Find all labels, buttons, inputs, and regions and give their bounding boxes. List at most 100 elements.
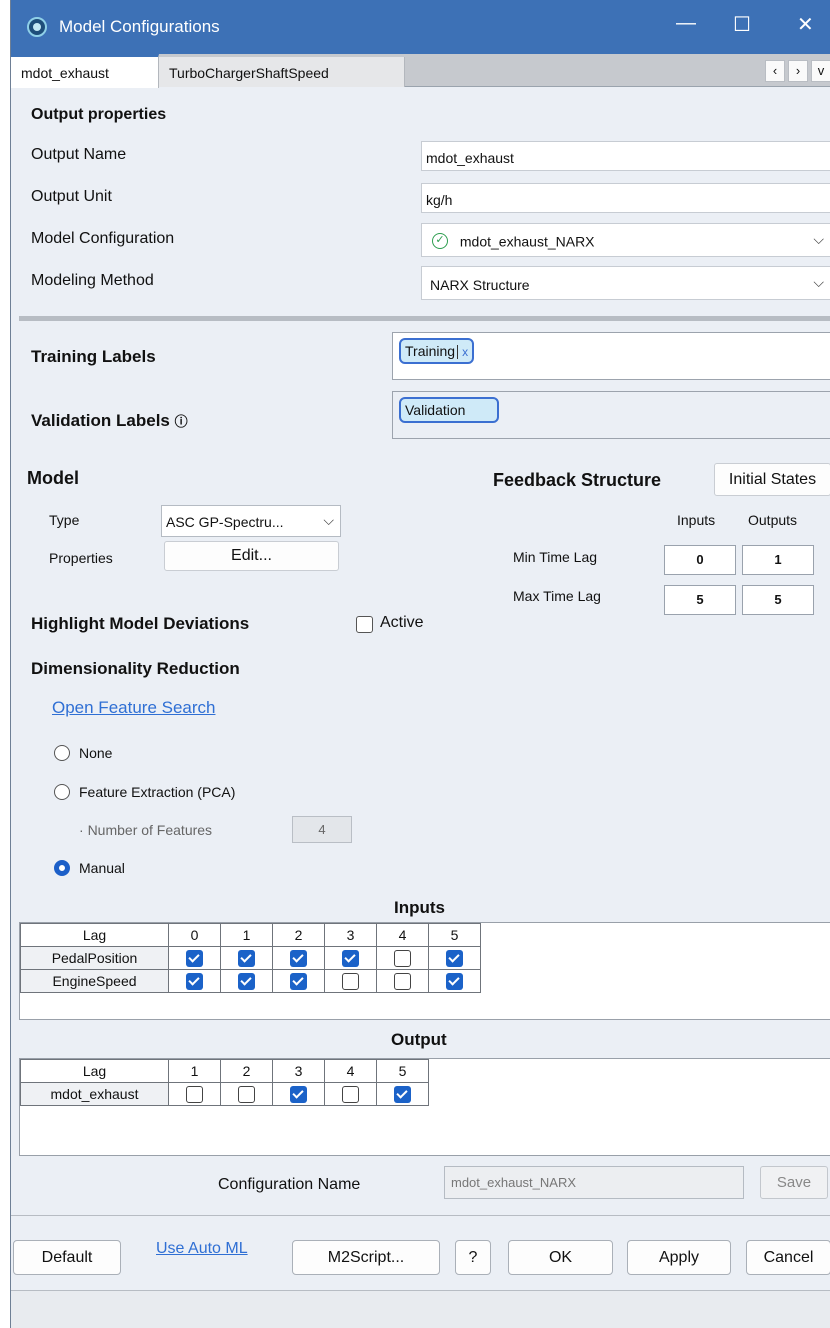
lag-checkbox[interactable] [238, 1085, 255, 1103]
app-logo-icon [27, 17, 47, 37]
output-cell [220, 1082, 273, 1106]
number-of-features-text: Number of Features [87, 822, 213, 838]
table-row: mdot_exhaust [20, 1082, 429, 1106]
min-lag-outputs-field[interactable]: 1 [742, 545, 814, 575]
table-row: EngineSpeed [20, 969, 481, 993]
inputs-cell [168, 969, 221, 993]
chip-remove-icon[interactable]: x [457, 345, 469, 359]
lag-checkbox[interactable] [290, 1085, 307, 1103]
lag-checkbox[interactable] [290, 972, 307, 990]
model-configuration-value: mdot_exhaust_NARX [459, 233, 595, 250]
validation-chip-label: Validation [405, 402, 466, 418]
output-header-row: Lag 1 2 3 4 5 [20, 1059, 429, 1083]
edit-properties-button[interactable]: Edit... [164, 541, 339, 571]
modeling-method-select[interactable]: NARX Structure ⌵ [421, 266, 830, 300]
configuration-name-field[interactable]: mdot_exhaust_NARX [444, 1166, 744, 1199]
training-labels-label: Training Labels [31, 347, 156, 366]
lag-checkbox[interactable] [394, 972, 411, 990]
validation-labels-text: Validation Labels [31, 411, 170, 430]
tab-prev-button[interactable]: ‹ [765, 60, 785, 82]
lag-checkbox[interactable] [186, 1085, 203, 1103]
inputs-cell [428, 946, 481, 970]
radio-none[interactable] [54, 745, 70, 761]
output-lag-header: Lag [20, 1059, 169, 1083]
lag-checkbox[interactable] [446, 949, 463, 967]
open-feature-search-link[interactable]: Open Feature Search [52, 698, 215, 718]
help-button[interactable]: ? [455, 1240, 491, 1275]
inputs-cell [272, 946, 325, 970]
active-checkbox[interactable] [356, 616, 373, 633]
table-row: PedalPosition [20, 946, 481, 970]
title-bar[interactable]: Model Configurations — ☐ ✕ [11, 0, 830, 54]
window-title: Model Configurations [59, 17, 220, 36]
max-lag-inputs-field[interactable]: 5 [664, 585, 736, 615]
inputs-cell [376, 946, 429, 970]
status-bar [11, 1291, 830, 1328]
radio-none-label: None [79, 745, 113, 761]
save-button[interactable]: Save [760, 1166, 828, 1199]
tab-mdot-exhaust[interactable]: mdot_exhaust [11, 54, 159, 88]
default-button[interactable]: Default [13, 1240, 121, 1275]
validation-chip[interactable]: Validation [399, 397, 500, 423]
inputs-cell [324, 946, 377, 970]
inputs-lag-table: Lag 0 1 2 3 4 5 PedalPosition EngineSpeed [20, 923, 481, 993]
tab-list-button[interactable]: v [811, 60, 830, 82]
lag-checkbox[interactable] [342, 1085, 359, 1103]
use-auto-ml-link[interactable]: Use Auto ML [156, 1240, 248, 1258]
output-cell [168, 1082, 221, 1106]
radio-feature-extraction-label: Feature Extraction (PCA) [79, 784, 236, 800]
model-type-value: ASC GP-Spectru... [166, 514, 284, 530]
number-of-features-field[interactable]: 4 [292, 816, 352, 843]
close-button[interactable]: ✕ [797, 12, 814, 37]
initial-states-button[interactable]: Initial States [714, 463, 830, 496]
tab-next-button[interactable]: › [788, 60, 808, 82]
inputs-row-label: EngineSpeed [20, 969, 169, 993]
feedback-outputs-header: Outputs [748, 512, 798, 528]
lag-checkbox[interactable] [394, 1085, 411, 1103]
lag-checkbox[interactable] [342, 949, 359, 967]
training-labels-field[interactable]: Training x [392, 332, 830, 380]
chevron-down-icon: ⌵ [323, 512, 334, 528]
inputs-lag-column-1: 1 [220, 923, 273, 947]
min-lag-inputs-field[interactable]: 0 [664, 545, 736, 575]
inputs-cell [272, 969, 325, 993]
model-properties-label: Properties [49, 550, 113, 566]
model-heading: Model [27, 468, 79, 488]
training-chip[interactable]: Training x [399, 338, 475, 364]
maximize-button[interactable]: ☐ [733, 12, 751, 37]
ok-button[interactable]: OK [508, 1240, 613, 1275]
output-lag-table: Lag 1 2 3 4 5 mdot_exhaust [20, 1059, 429, 1106]
cancel-button[interactable]: Cancel [746, 1240, 830, 1275]
inputs-cell [376, 969, 429, 993]
output-lag-column-4: 4 [324, 1059, 377, 1083]
active-checkbox-label: Active [380, 614, 424, 631]
output-name-field[interactable]: mdot_exhaust [421, 141, 830, 171]
tab-turbocharger-shaft-speed[interactable]: TurboChargerShaftSpeed [159, 57, 405, 87]
lag-checkbox[interactable] [186, 949, 203, 967]
lag-checkbox[interactable] [238, 972, 255, 990]
m2script-button[interactable]: M2Script... [292, 1240, 440, 1275]
number-of-features-label: · Number of Features [79, 822, 213, 838]
lag-checkbox[interactable] [238, 949, 255, 967]
lag-checkbox[interactable] [342, 972, 359, 990]
model-type-select[interactable]: ASC GP-Spectru... ⌵ [161, 505, 341, 537]
inputs-cell [428, 969, 481, 993]
info-icon[interactable]: ⓘ [175, 414, 188, 429]
lag-checkbox[interactable] [290, 949, 307, 967]
inputs-header-row: Lag 0 1 2 3 4 5 [20, 923, 481, 947]
output-cell [376, 1082, 429, 1106]
radio-feature-extraction[interactable] [54, 784, 70, 800]
lag-checkbox[interactable] [446, 972, 463, 990]
max-lag-outputs-field[interactable]: 5 [742, 585, 814, 615]
inputs-lag-column-2: 2 [272, 923, 325, 947]
apply-button[interactable]: Apply [627, 1240, 731, 1275]
model-configuration-select[interactable]: ✓ mdot_exhaust_NARX ⌵ [421, 223, 830, 257]
output-cell [324, 1082, 377, 1106]
output-unit-field[interactable]: kg/h [421, 183, 830, 213]
lag-checkbox[interactable] [186, 972, 203, 990]
radio-manual[interactable] [54, 860, 70, 876]
training-chip-label: Training [405, 343, 456, 359]
minimize-button[interactable]: — [676, 12, 696, 35]
validation-labels-field[interactable]: Validation [392, 391, 830, 439]
lag-checkbox[interactable] [394, 949, 411, 967]
